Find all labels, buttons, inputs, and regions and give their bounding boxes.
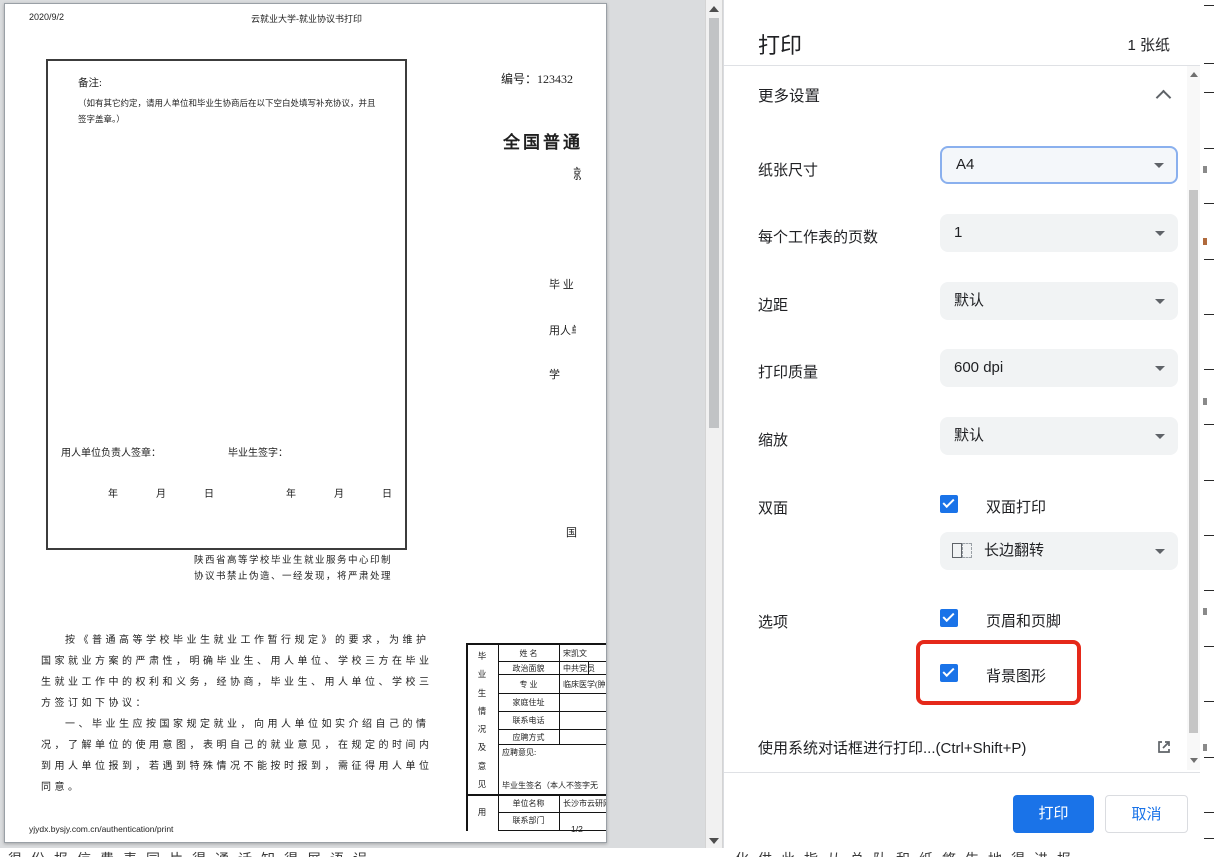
external-link-icon[interactable] <box>1155 738 1173 756</box>
pages-per-sheet-label: 每个工作表的页数 <box>758 226 878 247</box>
chevron-down-icon <box>1155 366 1165 371</box>
print-button[interactable]: 打印 <box>1013 795 1094 833</box>
scale-select[interactable]: 默认 <box>940 417 1178 455</box>
publisher-line-1: 陕西省高等学校毕业生就业服务中心印制 <box>194 552 392 566</box>
agreement-body-text: 按《普通高等学校毕业生就业工作暂行规定》的要求，为维护 国家就业方案的严肃性，明… <box>41 630 453 798</box>
print-header-title: 云就业大学-就业协议书打印 <box>5 12 607 25</box>
party-fragment-school: 学 <box>549 366 560 382</box>
table-section2-header: 用 <box>466 803 498 821</box>
collapse-chevron-icon[interactable] <box>1156 90 1172 106</box>
chevron-down-icon <box>1155 231 1165 236</box>
print-settings-panel: 打印 1 张纸 更多设置 纸张尺寸 A4 每个工作表的页数 1 边距 默认 打印… <box>723 0 1200 848</box>
duplex-checkbox[interactable] <box>940 495 958 513</box>
paper-size-select[interactable]: A4 <box>940 146 1178 184</box>
margins-select[interactable]: 默认 <box>940 282 1178 320</box>
date-blank-1: 年 月 日 <box>108 485 228 500</box>
publisher-line-2: 协议书禁止伪造、一经发现，将严肃处理 <box>194 568 392 582</box>
checkmark-icon <box>942 665 954 677</box>
dialog-title: 打印 <box>758 28 802 60</box>
more-settings-label[interactable]: 更多设置 <box>758 84 820 106</box>
chevron-down-icon <box>1154 163 1164 168</box>
chevron-down-icon <box>1155 299 1165 304</box>
scroll-down-arrow-icon[interactable] <box>1190 758 1198 763</box>
settings-scrollbar-thumb[interactable] <box>1189 190 1198 733</box>
remark-line-2: 签字盖章。） <box>78 113 125 125</box>
quality-select[interactable]: 600 dpi <box>940 349 1178 387</box>
illegible-text-fragments: 很份报信费表同片得通话知得展语误 <box>8 849 376 857</box>
chrome-print-dialog-screen: 2020/9/2 云就业大学-就业协议书打印 编号：123432 全国普通 就 … <box>0 0 1214 857</box>
margins-label: 边距 <box>758 294 788 315</box>
party-fragment-graduate: 毕 业 <box>549 276 574 292</box>
serial-number: 编号：123432 <box>501 70 573 87</box>
print-footer-url: yjydx.bysjy.com.cn/authentication/print <box>29 824 173 834</box>
system-dialog-link[interactable]: 使用系统对话框进行打印...(Ctrl+Shift+P) <box>758 737 1026 758</box>
page2-fragment: 国 <box>566 524 577 540</box>
scroll-down-arrow-icon[interactable] <box>709 838 719 844</box>
remark-box: 备注: （如有其它约定，请用人单位和毕业生协商后在以下空白处填写补充协议，并且 … <box>46 59 407 550</box>
pages-per-sheet-select[interactable]: 1 <box>940 214 1178 252</box>
settings-scrollbar[interactable] <box>1187 66 1200 770</box>
preview-scrollbar-thumb[interactable] <box>709 18 719 428</box>
headers-footers-checkbox[interactable] <box>940 609 958 627</box>
doc-subtitle-fragment: 就 <box>573 164 581 184</box>
header-divider <box>724 65 1201 66</box>
date-blank-2: 年 月 日 <box>286 485 406 500</box>
scroll-up-arrow-icon[interactable] <box>709 6 719 12</box>
graduate-sign-label: 毕业生签字： <box>228 444 288 459</box>
doc-title-fragment: 全国普通 <box>503 128 583 153</box>
long-edge-flip-icon <box>952 543 972 558</box>
page-indicator: 1/2 <box>571 824 583 834</box>
scale-label: 缩放 <box>758 429 788 450</box>
illegible-text-fragments: 化供此指从总队和纸悠生地得进报 <box>735 849 1080 857</box>
footer-divider <box>724 772 1201 773</box>
background-graphics-checkbox[interactable] <box>940 664 958 682</box>
remark-label: 备注: <box>78 75 102 90</box>
duplex-label: 双面 <box>758 497 788 518</box>
preview-scrollbar[interactable] <box>705 0 723 851</box>
checkmark-icon <box>942 610 954 622</box>
party-fragment-employer: 用人单 <box>549 322 576 338</box>
background-page-bottom-edge: 很份报信费表同片得通话知得展语误 化供此指从总队和纸悠生地得进报 <box>0 848 1214 857</box>
quality-label: 打印质量 <box>758 361 818 382</box>
chevron-down-icon <box>1155 434 1165 439</box>
table-section1-header: 毕业生情况及意见 <box>466 647 498 793</box>
checkmark-icon <box>942 496 954 508</box>
duplex-checkbox-label[interactable]: 双面打印 <box>986 496 1046 517</box>
options-label: 选项 <box>758 611 788 632</box>
employer-sign-label: 用人单位负责人签章： <box>61 444 161 459</box>
scroll-up-arrow-icon[interactable] <box>1190 72 1198 77</box>
cancel-button[interactable]: 取消 <box>1105 795 1188 833</box>
chevron-down-icon <box>1155 549 1165 554</box>
headers-footers-label[interactable]: 页眉和页脚 <box>986 610 1061 631</box>
graduate-info-table: 毕业生情况及意见 姓 名 宋凯文 政治面貌 中共党员 专 业 临床医学(肿 家庭… <box>466 643 607 833</box>
duplex-flip-select[interactable]: 长边翻转 <box>940 532 1178 570</box>
print-preview-pane: 2020/9/2 云就业大学-就业协议书打印 编号：123432 全国普通 就 … <box>0 0 705 848</box>
preview-page-1: 2020/9/2 云就业大学-就业协议书打印 编号：123432 全国普通 就 … <box>4 3 607 843</box>
remark-line-1: （如有其它约定，请用人单位和毕业生协商后在以下空白处填写补充协议，并且 <box>78 97 376 109</box>
background-page-right-edge <box>1200 0 1214 848</box>
background-graphics-label[interactable]: 背景图形 <box>986 665 1046 686</box>
signature-note: 毕业生签名（本人不签字无 <box>502 780 598 791</box>
sheet-count: 1 张纸 <box>1127 34 1170 55</box>
opinion-label: 应聘意见: <box>502 747 536 758</box>
paper-size-label: 纸张尺寸 <box>758 159 818 180</box>
